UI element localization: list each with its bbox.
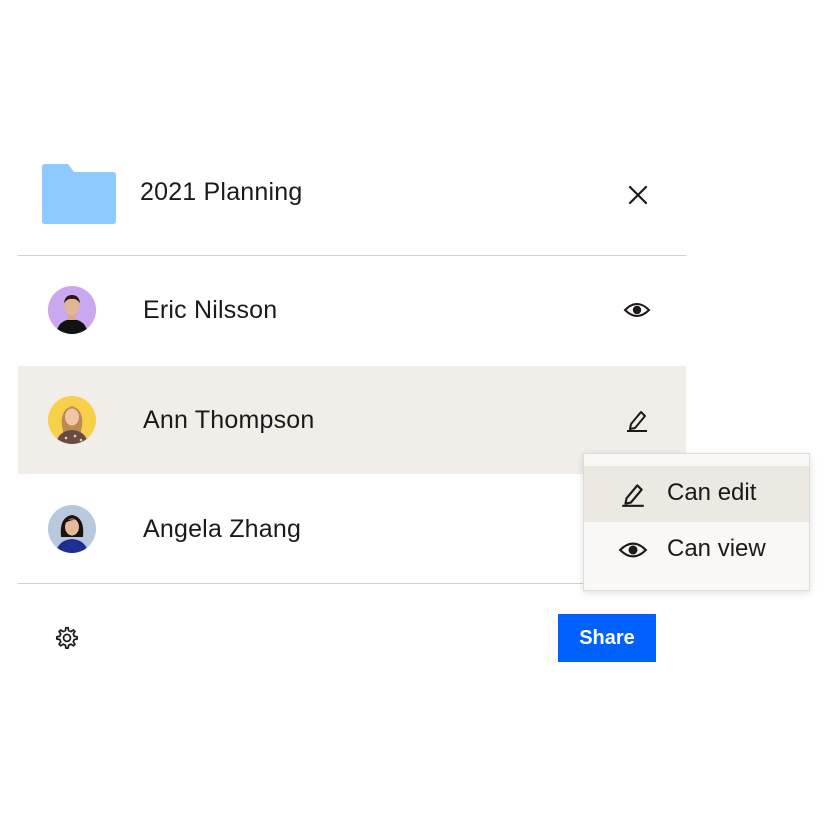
menu-item-label: Can edit (667, 479, 757, 506)
folder-icon (42, 164, 116, 224)
gear-icon (55, 626, 79, 649)
folder-name: 2021 Planning (140, 178, 303, 206)
pencil-icon (618, 479, 648, 509)
dialog-footer: Share (18, 583, 686, 680)
settings-button[interactable] (54, 625, 80, 651)
member-name: Ann Thompson (143, 406, 315, 434)
eye-icon (623, 303, 651, 317)
pencil-icon (627, 411, 647, 432)
permission-toggle[interactable] (622, 405, 652, 435)
member-name: Angela Zhang (143, 515, 302, 543)
eye-icon (618, 535, 648, 565)
menu-item-can-edit[interactable]: Can edit (584, 466, 809, 522)
close-button[interactable] (623, 180, 653, 210)
menu-item-can-view[interactable]: Can view (584, 522, 809, 578)
member-row-eric: Eric Nilsson (18, 256, 686, 364)
avatar (48, 286, 96, 334)
share-button[interactable]: Share (558, 614, 656, 662)
permission-toggle[interactable] (622, 295, 652, 325)
close-icon (628, 185, 648, 205)
menu-item-label: Can view (667, 535, 766, 562)
dialog-header: 2021 Planning (18, 140, 686, 255)
member-name: Eric Nilsson (143, 296, 278, 324)
avatar (48, 505, 96, 553)
permission-menu: Can edit Can view (583, 453, 810, 591)
share-dialog: 2021 Planning Eric Nilsson Ann Thompson … (18, 140, 686, 680)
avatar (48, 396, 96, 444)
